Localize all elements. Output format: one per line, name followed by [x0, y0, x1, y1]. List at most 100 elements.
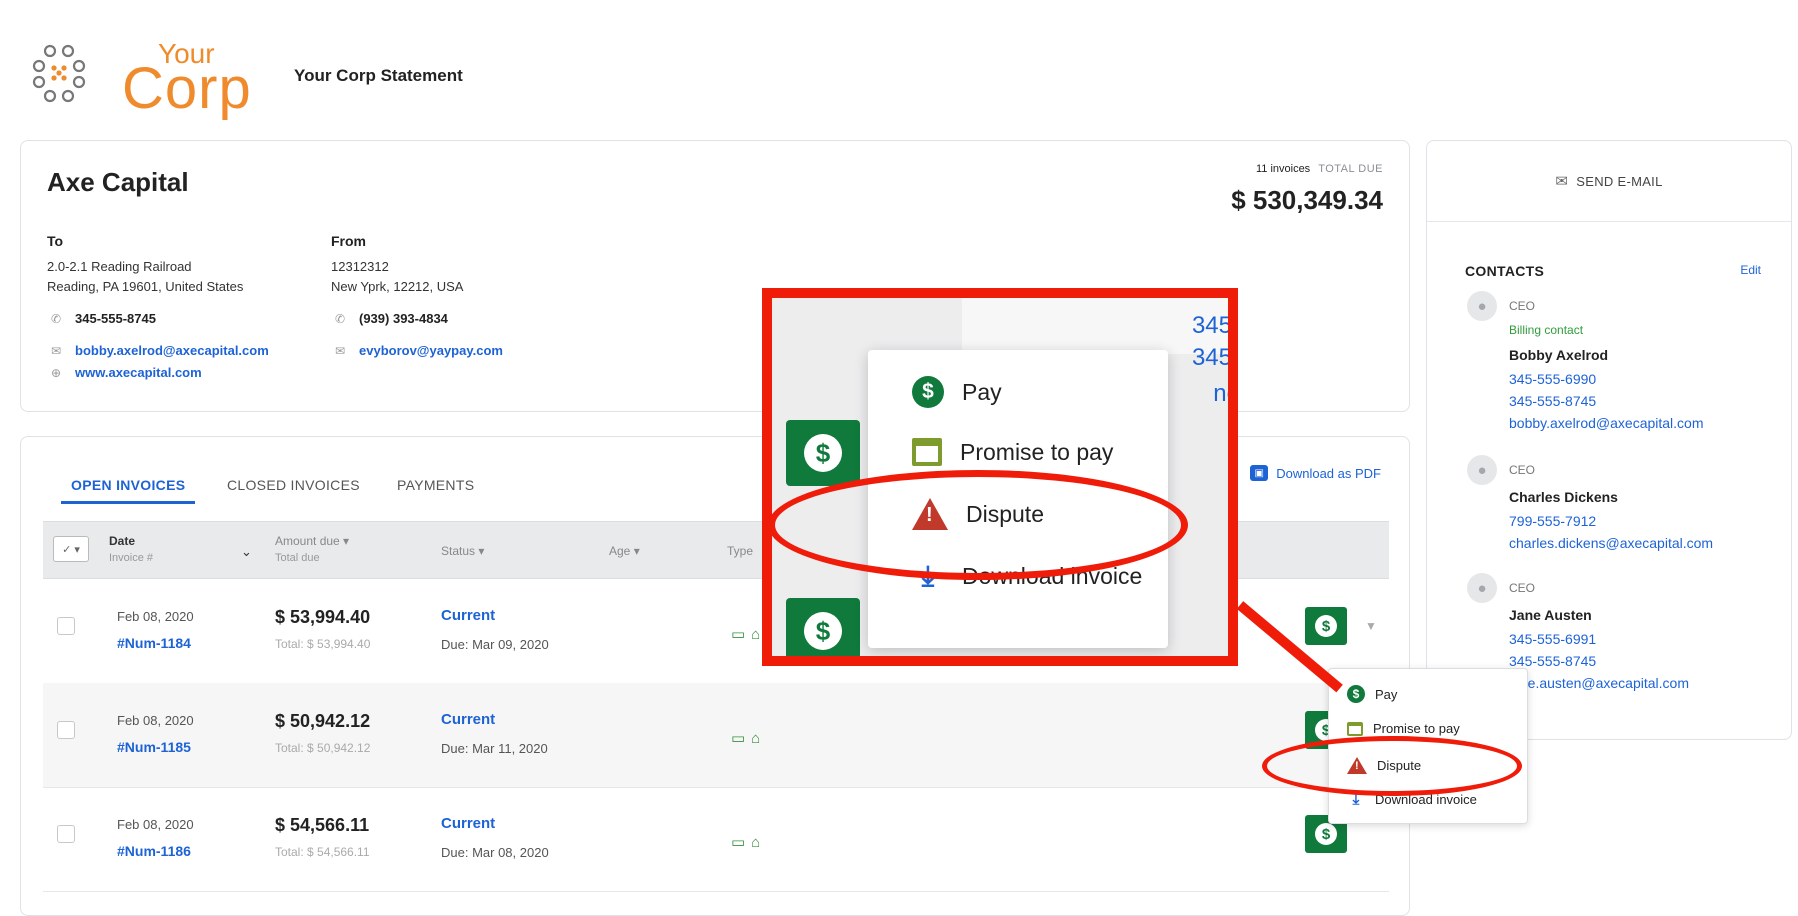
annotation-ellipse-large: [768, 470, 1188, 580]
pay-button[interactable]: $: [1305, 607, 1347, 645]
from-email-link[interactable]: evyborov@yaypay.com: [359, 343, 503, 358]
total-due: Total: $ 54,566.11: [275, 845, 370, 859]
row-checkbox[interactable]: [57, 721, 75, 739]
logo-dots-icon: [32, 44, 86, 103]
type-card-bank-icon: ▭⌂: [731, 730, 767, 747]
column-header-type[interactable]: Type: [727, 544, 753, 558]
to-email-row: ✉ bobby.axelrod@axecapital.com: [49, 343, 269, 358]
total-due-label: TOTAL DUE: [1318, 163, 1383, 175]
avatar-icon: ●: [1467, 455, 1497, 485]
total-due: Total: $ 50,942.12: [275, 741, 371, 755]
send-email-label: SEND E-MAIL: [1576, 173, 1663, 189]
invoice-date: Feb 08, 2020: [117, 713, 194, 728]
contact-phone-link[interactable]: 345-555-6990: [1509, 369, 1596, 390]
column-header-status[interactable]: Status ▾: [441, 544, 484, 558]
mail-icon: ✉: [50, 343, 62, 358]
invoice-number-link[interactable]: #Num-1185: [117, 739, 191, 755]
contacts-heading: CONTACTS: [1465, 263, 1545, 279]
to-email-link[interactable]: bobby.axelrod@axecapital.com: [75, 343, 269, 358]
zoom-menu-pay-label: Pay: [962, 378, 1002, 405]
zoom-menu-promise-label: Promise to pay: [960, 438, 1114, 465]
to-phone: 345-555-8745: [75, 311, 156, 326]
type-card-bank-icon: ▭⌂: [731, 834, 767, 851]
column-header-age-label: Age: [609, 544, 631, 558]
table-row[interactable]: Feb 08, 2020 #Num-1186 $ 54,566.11 Total…: [43, 787, 1389, 892]
invoice-count-text: 11 invoices: [1255, 163, 1311, 175]
avatar-icon: ●: [1467, 573, 1497, 603]
contact-role: CEO: [1509, 463, 1536, 477]
edit-contacts-link[interactable]: Edit: [1740, 263, 1761, 277]
envelope-icon: ✉: [1555, 173, 1569, 190]
contact-billing-tag: Billing contact: [1509, 323, 1584, 337]
dollar-icon: $: [804, 612, 842, 650]
column-header-amount-label: Amount due: [275, 534, 340, 548]
total-due: Total: $ 53,994.40: [275, 637, 371, 651]
column-header-date[interactable]: Date: [109, 534, 135, 548]
row-checkbox[interactable]: [57, 825, 75, 843]
annotation-ellipse-small: [1262, 736, 1522, 796]
menu-item-pay-label: Pay: [1375, 686, 1398, 702]
invoice-due-date: Due: Mar 08, 2020: [441, 845, 549, 860]
contact-email-link[interactable]: bobby.axelrod@axecapital.com: [1509, 413, 1704, 434]
zoom-bg-text: 345-: [1191, 312, 1238, 339]
calendar-icon: [1347, 721, 1363, 736]
zoom-pay-button: $: [786, 598, 860, 656]
invoice-due-date: Due: Mar 09, 2020: [441, 637, 549, 652]
active-tab-indicator: [61, 501, 195, 504]
select-all-checkbox[interactable]: ✓ ▾: [53, 536, 89, 562]
contact-phone-link[interactable]: 345-555-8745: [1509, 391, 1596, 412]
phone-icon: ✆: [50, 311, 62, 326]
contacts-card: ✉ SEND E-MAIL CONTACTS Edit ● CEO Billin…: [1426, 140, 1792, 740]
table-row[interactable]: Feb 08, 2020 #Num-1185 $ 50,942.12 Total…: [43, 683, 1389, 788]
amount-due: $ 53,994.40: [275, 607, 371, 627]
download-pdf-button[interactable]: ▣ Download as PDF: [1250, 465, 1381, 481]
contact-name: Jane Austen: [1509, 607, 1592, 623]
dollar-icon: $: [1347, 685, 1365, 703]
to-phone-row: ✆ 345-555-8745: [49, 311, 156, 326]
total-due-amount: $ 530,349.34: [1231, 185, 1383, 215]
to-address-line2: Reading, PA 19601, United States: [47, 279, 244, 294]
contact-email-link[interactable]: charles.dickens@axecapital.com: [1509, 533, 1713, 554]
invoice-date: Feb 08, 2020: [117, 817, 194, 832]
tab-open-invoices[interactable]: OPEN INVOICES: [71, 477, 185, 493]
invoice-number-link[interactable]: #Num-1184: [117, 635, 191, 651]
contact-phone-link[interactable]: 345-555-6991: [1509, 629, 1596, 650]
row-checkbox[interactable]: [57, 617, 75, 635]
from-address-line2: New Yprk, 12212, USA: [331, 279, 464, 294]
invoice-number-link[interactable]: #Num-1186: [117, 843, 191, 859]
contact-phone-link[interactable]: 799-555-7912: [1509, 511, 1596, 532]
amount-due: $ 54,566.11: [275, 815, 370, 835]
from-phone: (939) 393-4834: [359, 311, 448, 326]
column-subheader-invoice: Invoice #: [109, 552, 154, 564]
menu-item-promise-to-pay[interactable]: Promise to pay: [1347, 721, 1460, 736]
brand-logo-bottom: Corp: [122, 56, 252, 121]
send-email-button[interactable]: ✉ SEND E-MAIL: [1427, 141, 1791, 222]
menu-item-pay[interactable]: $ Pay: [1347, 685, 1397, 703]
avatar-icon: ●: [1467, 291, 1497, 321]
tab-closed-invoices[interactable]: CLOSED INVOICES: [227, 477, 360, 493]
contact-role: CEO: [1509, 299, 1536, 313]
invoice-due-date: Due: Mar 11, 2020: [441, 741, 548, 756]
tab-payments[interactable]: PAYMENTS: [397, 477, 474, 493]
zoom-menu-item-promise-to-pay: Promise to pay: [912, 438, 1113, 466]
sort-chevron-down-icon[interactable]: ⌄: [241, 544, 252, 560]
page-title: Your Corp Statement: [294, 66, 463, 85]
column-header-amount[interactable]: Amount due ▾: [275, 534, 349, 548]
zoom-bg-text: 345-: [1191, 344, 1238, 371]
invoice-status: Current: [441, 607, 496, 624]
column-header-age[interactable]: Age ▾: [609, 544, 640, 558]
mail-icon: ✉: [334, 343, 346, 358]
column-header-status-label: Status: [441, 544, 476, 558]
to-website-link[interactable]: www.axecapital.com: [75, 365, 202, 380]
invoice-count: 11 invoices TOTAL DUE: [1256, 163, 1383, 175]
dollar-icon: $: [1315, 615, 1337, 637]
invoice-status: Current: [441, 815, 496, 832]
zoom-bg-text: ne: [1213, 380, 1238, 407]
chevron-down-icon[interactable]: ▼: [1365, 619, 1377, 633]
contact-role: CEO: [1509, 581, 1536, 595]
amount-due: $ 50,942.12: [275, 711, 371, 731]
contact-email-link[interactable]: jane.austen@axecapital.com: [1509, 673, 1689, 694]
company-name: Axe Capital: [47, 167, 189, 197]
from-phone-row: ✆ (939) 393-4834: [333, 311, 448, 326]
column-subheader-total: Total due: [275, 552, 320, 564]
